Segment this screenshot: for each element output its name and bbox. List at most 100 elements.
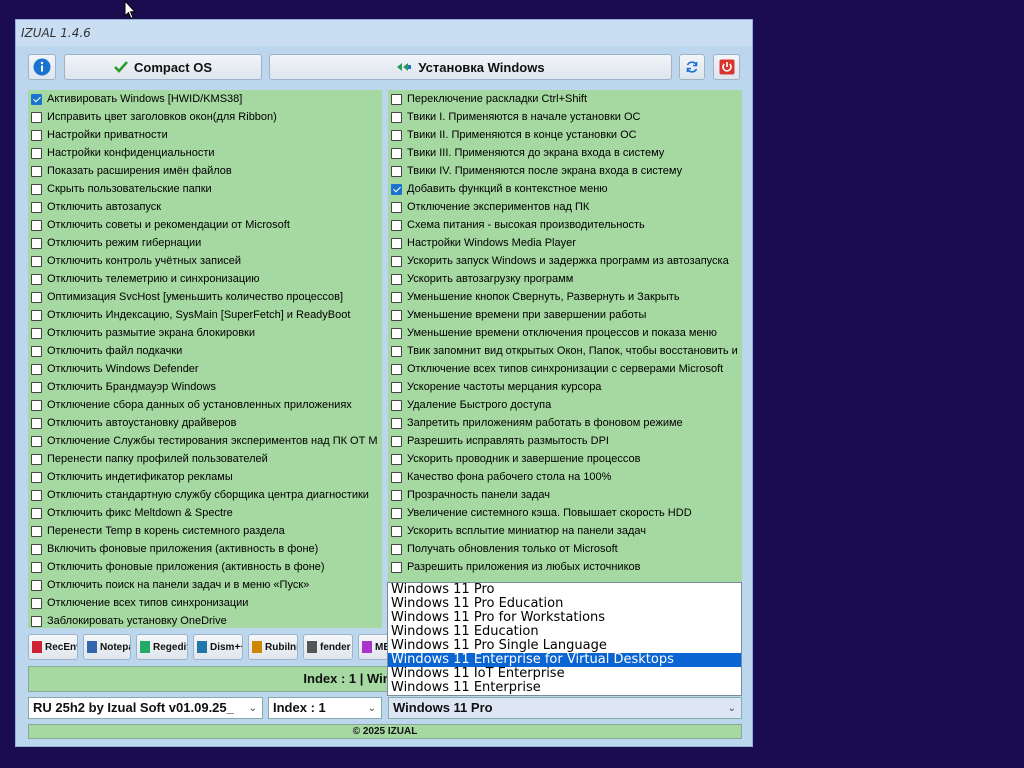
edition-dropdown-list[interactable]: Windows 11 Pro Windows 11 Pro Education Wi… (387, 582, 742, 696)
checkbox-checked[interactable] (391, 183, 402, 195)
checkbox[interactable] (391, 417, 402, 429)
checkbox[interactable] (31, 201, 42, 213)
checkbox[interactable] (391, 201, 402, 213)
option-row[interactable]: Активировать Windows [HWID/KMS38] (28, 90, 382, 108)
checkbox[interactable] (31, 471, 42, 483)
option-row[interactable]: Отключить индетификатор рекламы (28, 468, 382, 486)
option-row[interactable]: Отключение сбора данных об установленных… (28, 396, 382, 414)
option-row[interactable]: Заблокировать установку OneDrive (28, 612, 382, 630)
option-row[interactable]: Оптимизация SvcHost [уменьшить количеств… (28, 288, 382, 306)
tool-button[interactable]: Dism++ (193, 634, 243, 660)
checkbox[interactable] (31, 615, 42, 627)
edition-option[interactable]: Windows 11 Pro Single Language (388, 639, 741, 653)
checkbox[interactable] (31, 543, 42, 555)
tool-button[interactable]: RecEnv (28, 634, 78, 660)
build-select[interactable]: RU 25h2 by Izual Soft v01.09.25_ ⌄ (28, 697, 263, 719)
option-row[interactable]: Ускорить всплытие миниатюр на панели зад… (388, 522, 742, 540)
option-row[interactable]: Перенести Temp в корень системного разде… (28, 522, 382, 540)
option-row[interactable]: Отключение экспериментов над ПК (388, 198, 742, 216)
option-row[interactable]: Отключить автоустановку драйверов (28, 414, 382, 432)
option-row[interactable]: Отключить Брандмауэр Windows (28, 378, 382, 396)
option-row[interactable]: Прозрачность панели задач (388, 486, 742, 504)
checkbox[interactable] (391, 381, 402, 393)
option-row[interactable]: Исправить цвет заголовков окон(для Ribbo… (28, 108, 382, 126)
option-row[interactable]: Включить фоновые приложения (активность … (28, 540, 382, 558)
checkbox[interactable] (391, 111, 402, 123)
power-button[interactable] (713, 54, 740, 80)
option-row[interactable]: Отключить режим гибернации (28, 234, 382, 252)
checkbox[interactable] (391, 291, 402, 303)
checkbox[interactable] (31, 183, 42, 195)
option-row[interactable]: Отключение всех типов синхронизации (28, 594, 382, 612)
option-row[interactable]: Уменьшение времени отключения процессов … (388, 324, 742, 342)
tool-button[interactable]: fender Re (303, 634, 353, 660)
checkbox[interactable] (391, 255, 402, 267)
checkbox[interactable] (31, 273, 42, 285)
option-row[interactable]: Скрыть пользовательские папки (28, 180, 382, 198)
option-row[interactable]: Настройки Windows Media Player (388, 234, 742, 252)
checkbox[interactable] (391, 561, 402, 573)
option-row[interactable]: Отключить фоновые приложения (активность… (28, 558, 382, 576)
option-row[interactable]: Отключить автозапуск (28, 198, 382, 216)
checkbox[interactable] (31, 111, 42, 123)
option-row[interactable]: Ускорить проводник и завершение процессо… (388, 450, 742, 468)
checkbox[interactable] (31, 363, 42, 375)
option-row[interactable]: Уменьшение времени при завершении работы (388, 306, 742, 324)
checkbox[interactable] (31, 291, 42, 303)
checkbox[interactable] (391, 525, 402, 537)
info-button[interactable] (28, 54, 56, 80)
option-row[interactable]: Отключить Windows Defender (28, 360, 382, 378)
option-row[interactable]: Отключить фикс Meltdown & Spectre (28, 504, 382, 522)
option-row[interactable]: Отключение всех типов синхронизации с се… (388, 360, 742, 378)
option-row[interactable]: Показать расширения имён файлов (28, 162, 382, 180)
edition-option[interactable]: Windows 11 IoT Enterprise (388, 667, 741, 681)
checkbox[interactable] (31, 525, 42, 537)
edition-option[interactable]: Windows 11 Pro for Workstations (388, 611, 741, 625)
option-row[interactable]: Переключение раскладки Ctrl+Shift (388, 90, 742, 108)
tool-button[interactable]: Regedit (136, 634, 188, 660)
checkbox[interactable] (31, 345, 42, 357)
checkbox[interactable] (31, 507, 42, 519)
checkbox[interactable] (31, 255, 42, 267)
checkbox[interactable] (31, 327, 42, 339)
edition-option[interactable]: Windows 11 Education (388, 625, 741, 639)
option-row[interactable]: Получать обновления только от Microsoft (388, 540, 742, 558)
refresh-button[interactable] (679, 54, 705, 80)
option-row[interactable]: Разрешить исправлять размытость DPI (388, 432, 742, 450)
checkbox[interactable] (391, 543, 402, 555)
checkbox[interactable] (391, 399, 402, 411)
checkbox[interactable] (391, 147, 402, 159)
checkbox[interactable] (31, 435, 42, 447)
option-row[interactable]: Отключить телеметрию и синхронизацию (28, 270, 382, 288)
checkbox[interactable] (391, 363, 402, 375)
option-row[interactable]: Запретить приложениям работать в фоновом… (388, 414, 742, 432)
option-row[interactable]: Твик запомнит вид открытых Окон, Папок, … (388, 342, 742, 360)
option-row[interactable]: Удаление Быстрого доступа (388, 396, 742, 414)
checkbox[interactable] (31, 561, 42, 573)
checkbox[interactable] (391, 327, 402, 339)
checkbox[interactable] (391, 345, 402, 357)
checkbox[interactable] (31, 417, 42, 429)
checkbox[interactable] (391, 237, 402, 249)
option-row[interactable]: Схема питания - высокая производительнос… (388, 216, 742, 234)
option-row[interactable]: Ускорить запуск Windows и задержка прогр… (388, 252, 742, 270)
option-row[interactable]: Ускорение частоты мерцания курсора (388, 378, 742, 396)
checkbox[interactable] (391, 435, 402, 447)
option-row[interactable]: Уменьшение кнопок Свернуть, Развернуть и… (388, 288, 742, 306)
tool-button[interactable]: Rubilnik- (248, 634, 298, 660)
checkbox[interactable] (391, 507, 402, 519)
checkbox[interactable] (31, 579, 42, 591)
edition-option[interactable]: Windows 11 Enterprise for Virtual Deskto… (388, 653, 741, 667)
option-row[interactable]: Твики IV. Применяются после экрана входа… (388, 162, 742, 180)
checkbox[interactable] (391, 165, 402, 177)
checkbox[interactable] (31, 489, 42, 501)
checkbox[interactable] (31, 237, 42, 249)
option-row[interactable]: Отключить поиск на панели задач и в меню… (28, 576, 382, 594)
option-row[interactable]: Увеличение системного кэша. Повышает ско… (388, 504, 742, 522)
checkbox[interactable] (31, 147, 42, 159)
compact-os-button[interactable]: Compact OS (64, 54, 262, 80)
checkbox[interactable] (31, 219, 42, 231)
option-row[interactable]: Настройки приватности (28, 126, 382, 144)
edition-option[interactable]: Windows 11 Enterprise (388, 681, 741, 695)
option-row[interactable]: Настройки конфиденциальности (28, 144, 382, 162)
